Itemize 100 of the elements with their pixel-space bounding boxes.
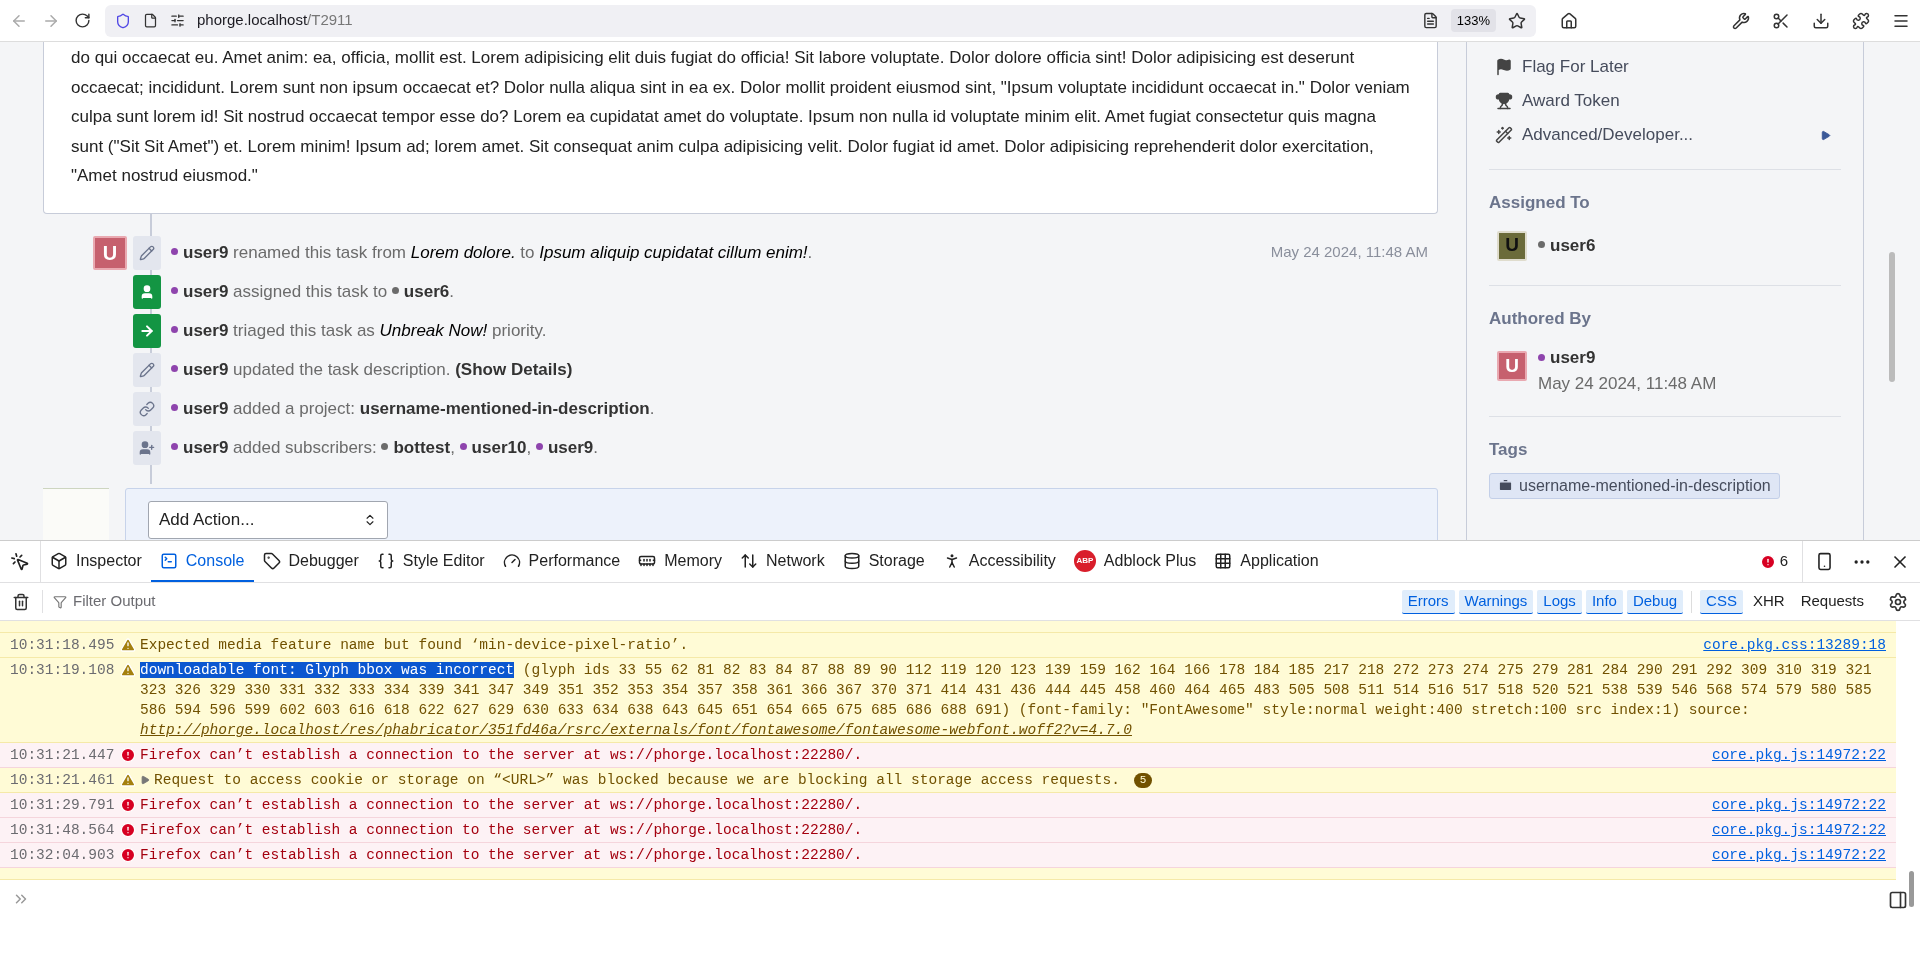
filter-toggle[interactable]: Requests [1794, 589, 1870, 614]
error-icon [1759, 553, 1776, 570]
pencil-icon [139, 361, 155, 378]
devtools-tab[interactable]: Application [1205, 541, 1328, 582]
timestamp: 10:31:18.495 [10, 636, 116, 655]
section-heading: Tags [1489, 439, 1529, 461]
filter-toggle[interactable]: Errors [1401, 589, 1455, 614]
error-icon [120, 822, 136, 838]
timestamp: 10:31:29.791 [10, 796, 116, 815]
pencil-icon [139, 244, 155, 261]
gauge-icon [502, 551, 521, 570]
console-message: Firefox can’t establish a connection to the server at ws://phorge.localhost:22280/. [140, 796, 863, 815]
add-action-select[interactable]: Add Action... [148, 500, 388, 539]
section-heading: Authored By [1489, 307, 1592, 330]
user-avatar[interactable]: U [93, 235, 127, 270]
storage-icon [842, 551, 861, 570]
sidebar-action[interactable]: Advanced/Developer... [1495, 122, 1841, 148]
error-icon [120, 797, 136, 813]
devtools-tab[interactable]: Storage [833, 541, 934, 582]
download-icon[interactable] [1812, 11, 1830, 30]
authored-date: May 24 2024, 11:48 AM [1538, 372, 1717, 395]
timestamp: 10:31:21.447 [10, 746, 116, 765]
sidebar-action[interactable]: Award Token [1495, 88, 1841, 114]
responsive-design-icon[interactable] [1815, 552, 1834, 571]
timeline-event-text: user9 renamed this task from Lorem dolore. to Ipsum aliquip cupidatat cillum enim!. [171, 239, 1271, 266]
timeline-event-text: user9 updated the task description. (Show Details) [171, 356, 1438, 383]
extensions-icon[interactable] [1852, 11, 1870, 30]
devtools-tab[interactable]: Inspector [41, 541, 151, 582]
source-link[interactable]: http://phorge.localhost/res/phabricator/351fd46a/rsrc/externals/font/fontawesome/fontawesome-webfont.woff2?v=4.7.0 [140, 722, 1132, 738]
filter-toggle[interactable]: Logs [1537, 589, 1582, 614]
wrench-icon[interactable] [1732, 11, 1750, 30]
devtools-tab[interactable]: ABP Adblock Plus [1064, 541, 1206, 582]
filter-toggle[interactable]: CSS [1700, 589, 1743, 614]
timeline-event-text: user9 assigned this task to user6. [171, 278, 1438, 305]
url-text: phorge.localhost/T2911 [197, 10, 353, 31]
source-link[interactable]: core.pkg.css:13289:18 [1703, 635, 1886, 655]
timestamp: 10:31:19.108 [10, 661, 116, 680]
warning-icon [120, 772, 136, 788]
grid-icon [1214, 551, 1233, 570]
briefcase-icon [1498, 478, 1513, 493]
element-picker-icon[interactable] [10, 551, 30, 572]
inspector-icon [50, 551, 68, 570]
debugger-icon [262, 551, 281, 570]
filter-icon [53, 594, 67, 609]
user-link[interactable]: user9 [1538, 345, 1717, 371]
expand-triangle-icon[interactable] [140, 775, 150, 785]
source-link[interactable]: core.pkg.js:14972:22 [1711, 795, 1886, 815]
bookmark-star-icon[interactable] [1508, 11, 1526, 30]
source-link[interactable]: core.pkg.js:14972:22 [1711, 745, 1886, 765]
scrollbar-thumb[interactable] [1909, 871, 1914, 907]
console-message: Firefox can’t establish a connection to the server at ws://phorge.localhost:22280/. [140, 746, 863, 765]
console-message: downloadable font: Glyph bbox was incorrect (glyph ids 33 55 62 81 82 83 84 87 88 89 90 112 119 120 123 139 159 162 164 166 178 184 185 217 218 272 273 274 275 279 281 284 290 291 292 309 310 319 321 323 326 329 330 331 332 333 334 339 341 347 349 351 352 353 354 357 358 361 366 367 370 371 414 431 436 444 445 458 460 464 465 483 505 508 511 514 516 517 518 520 521 538 539 546 568 574 579 580 585 586 594 596 599 602 603 616 618 622 627 629 630 633 634 638 643 645 651 654 665 675 685 686 688 691) (font-family: "FontAwesome" style:normal weight:400 stretch:100 src index:1) source: http://phorge.localhost/res/phabricator/351fd46a/rsrc/externals/font/fontawesome/fontawesome-webfont.woff2?v=4.7.0 [140, 661, 1873, 740]
page-icon [143, 13, 158, 28]
timeline-event-text: user9 triaged this task as Unbreak Now! priority. [171, 317, 1438, 344]
clear-console-icon[interactable] [12, 592, 30, 611]
warning-icon [120, 662, 136, 678]
error-count[interactable]: 6 [1759, 541, 1802, 582]
timestamp: 10:31:21.461 [10, 771, 116, 790]
error-icon [120, 847, 136, 863]
devtools-tab[interactable]: Accessibility [933, 541, 1065, 582]
filter-toggle[interactable]: XHR [1746, 589, 1791, 614]
filter-toggle[interactable]: Info [1585, 589, 1623, 614]
magic-wand-icon [1495, 126, 1513, 144]
scrollbar-thumb[interactable] [1889, 252, 1895, 382]
timeline-event-text: user9 added subscribers: bottest, user10, user9. [171, 434, 1438, 461]
home-icon[interactable] [1560, 11, 1578, 30]
filter-toggle[interactable]: Warnings [1458, 589, 1534, 614]
zoom-level[interactable]: 133% [1450, 8, 1496, 33]
source-link[interactable]: core.pkg.js:14972:22 [1711, 820, 1886, 840]
sidebar-action[interactable]: Flag For Later [1495, 54, 1841, 80]
timeline-event-text: user9 added a project: username-mentioned-in-description. [171, 395, 1438, 422]
project-tag[interactable]: username-mentioned-in-description [1489, 472, 1780, 499]
address-bar[interactable]: phorge.localhost/T2911 133% [105, 4, 1536, 37]
repeat-count-badge: 5 [1133, 773, 1153, 788]
filter-output-field[interactable]: Filter Output [73, 590, 1390, 613]
error-icon [120, 747, 136, 763]
event-date: May 24 2024, 11:48 AM [1270, 242, 1428, 263]
flag-icon [1495, 58, 1513, 76]
settings-icon[interactable] [1888, 591, 1908, 612]
reader-view-icon[interactable] [1421, 12, 1439, 29]
warning-icon [120, 637, 136, 653]
sidebar-toggle-icon[interactable] [1888, 890, 1908, 910]
console-message: Firefox can’t establish a connection to the server at ws://phorge.localhost:22280/. [140, 821, 863, 840]
devtools-tab[interactable]: Performance [493, 541, 630, 582]
devtools-tab[interactable]: Console [150, 541, 254, 582]
source-link[interactable]: core.pkg.js:14972:22 [1711, 845, 1886, 865]
user-link[interactable]: user6 [1538, 232, 1596, 259]
filter-toggle[interactable]: Debug [1626, 589, 1684, 614]
shield-icon [115, 12, 131, 29]
screenshot-icon[interactable] [1772, 11, 1790, 30]
devtools-tab[interactable]: Debugger [253, 541, 368, 582]
devtools-tab[interactable]: Network [731, 541, 834, 582]
devtools-tab[interactable]: Style Editor [367, 541, 494, 582]
timestamp: 10:32:04.903 [10, 846, 116, 865]
stop-sign-icon: ABP [1073, 549, 1096, 572]
section-heading: Assigned To [1489, 192, 1591, 214]
permissions-icon [170, 13, 185, 28]
user-avatar[interactable]: U [1497, 351, 1527, 381]
devtools-tab[interactable]: Memory [629, 541, 731, 582]
reload-icon[interactable] [74, 12, 91, 29]
